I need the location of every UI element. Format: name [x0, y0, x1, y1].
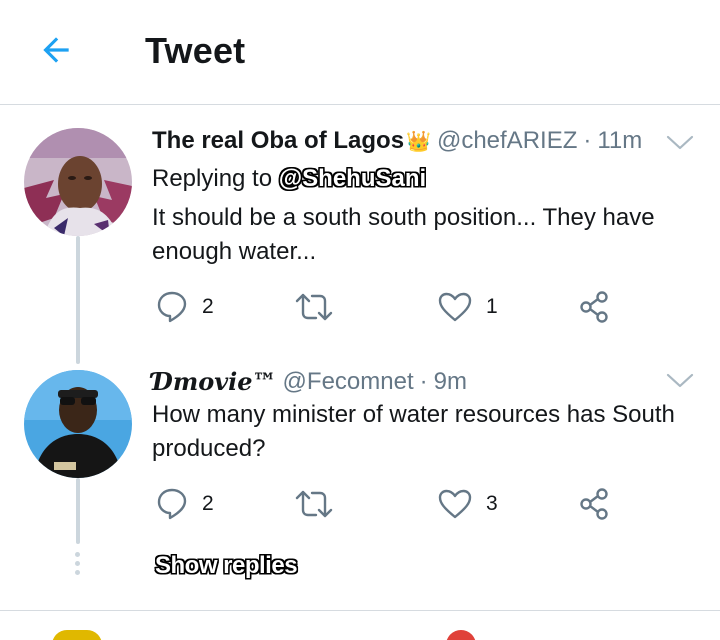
- user-handle[interactable]: @chefARIEZ: [437, 127, 577, 155]
- avatar-fecomnet[interactable]: [24, 370, 132, 478]
- thread-connector-2: [76, 478, 80, 544]
- chevron-down-icon[interactable]: [666, 134, 694, 152]
- retweet-button[interactable]: [294, 484, 334, 524]
- mention-link[interactable]: @ShehuSani: [279, 165, 426, 192]
- separator-dot: ·: [583, 127, 592, 154]
- like-button[interactable]: 1: [438, 287, 498, 327]
- replying-prefix: Replying to: [152, 165, 273, 192]
- share-button[interactable]: [578, 484, 612, 524]
- avatar-image: [24, 370, 132, 478]
- share-icon: [580, 291, 608, 323]
- separator-dot: ·: [419, 367, 428, 395]
- like-button[interactable]: 3: [438, 484, 498, 524]
- reply-count: 2: [202, 492, 214, 515]
- show-replies-link[interactable]: Show replies: [155, 552, 298, 580]
- tweet-header: Ɗmovie™ @Fecomnet · 9m: [152, 367, 467, 396]
- arrow-left-icon: [43, 37, 69, 63]
- thread-more-dots: [75, 552, 81, 579]
- header-divider: [0, 104, 720, 105]
- like-count: 3: [486, 492, 498, 515]
- retweet-button[interactable]: [294, 287, 334, 327]
- page-title: Tweet: [145, 30, 246, 71]
- heart-icon: [438, 489, 472, 519]
- crown-emoji: 👑: [406, 130, 431, 153]
- chevron-down-icon[interactable]: [666, 372, 694, 390]
- display-name[interactable]: The real Oba of Lagos: [152, 127, 404, 155]
- reply-count: 2: [202, 295, 214, 318]
- avatar-chefariez[interactable]: [24, 128, 132, 236]
- timestamp[interactable]: 9m: [434, 368, 467, 396]
- reply-bubble-icon: [157, 291, 187, 323]
- share-button[interactable]: [578, 287, 612, 327]
- like-count: 1: [486, 295, 498, 318]
- retweet-icon: [295, 490, 333, 518]
- tweet-header: The real Oba of Lagos 👑 @chefARIEZ · 11m: [152, 127, 642, 155]
- replying-to: Replying to @ShehuSani: [152, 165, 426, 193]
- display-name[interactable]: Ɗmovie™: [152, 367, 277, 396]
- top-app-bar: Tweet: [0, 0, 720, 104]
- tweet-actions: 2 1: [152, 287, 632, 327]
- share-icon: [580, 488, 608, 520]
- avatar-image: [24, 128, 132, 236]
- tweet-text: It should be a south south position... T…: [152, 204, 655, 265]
- tweet-actions: 2 3: [152, 484, 632, 524]
- thread-connector: [76, 236, 80, 364]
- reply-button[interactable]: 2: [156, 287, 214, 327]
- user-handle[interactable]: @Fecomnet: [283, 368, 414, 396]
- section-divider: [0, 610, 720, 611]
- back-button[interactable]: [34, 28, 78, 72]
- next-emoji-peek: [446, 630, 476, 640]
- timestamp[interactable]: 11m: [597, 127, 642, 155]
- heart-icon: [438, 292, 472, 322]
- retweet-icon: [295, 293, 333, 321]
- reply-bubble-icon: [157, 488, 187, 520]
- next-avatar-peek: [52, 630, 102, 640]
- reply-button[interactable]: 2: [156, 484, 214, 524]
- tweet-text: How many minister of water resources has…: [152, 401, 675, 462]
